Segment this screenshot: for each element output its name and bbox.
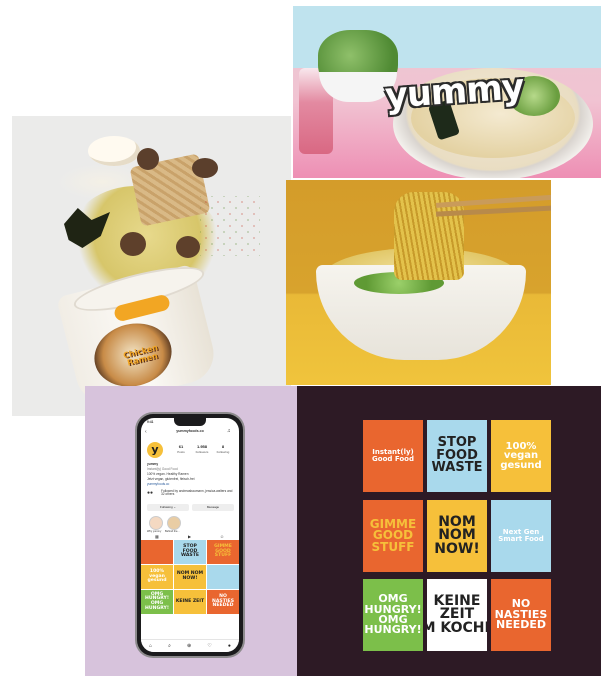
- coconut-chip: [88, 136, 140, 166]
- add-post-icon[interactable]: ⊕: [187, 643, 191, 649]
- poster: NOM NOM NOW!: [427, 500, 487, 572]
- post-thumbnail[interactable]: OMG HUNGRY! OMG HUNGRY!: [141, 590, 173, 614]
- bottom-navigation: ⌂ ⌕ ⊕ ♡ ●: [141, 639, 239, 652]
- poster-text: WASTE: [431, 460, 483, 476]
- tagged-tab-icon[interactable]: ☺: [220, 535, 224, 539]
- poster-text: Smart Food: [498, 535, 544, 543]
- following-count[interactable]: 8: [215, 445, 231, 449]
- ingredients-photo: Chicken Ramen: [12, 116, 291, 416]
- avatar[interactable]: y: [147, 442, 163, 458]
- highlight-label: Behind the...: [165, 530, 180, 533]
- dried-mushroom: [192, 158, 218, 178]
- smartphone: 9:41 yummyfoods.co ‹ ♫ y 61 Posts 1.958 …: [137, 414, 243, 656]
- poster-text: NOW!: [434, 540, 480, 557]
- profile-icon[interactable]: ●: [228, 643, 231, 649]
- poster-text: STUFF: [371, 539, 415, 554]
- post-thumbnail[interactable]: STOP FOOD WASTE: [174, 540, 206, 564]
- post-thumbnail[interactable]: NOM NOM NOW!: [174, 565, 206, 589]
- back-icon[interactable]: ‹: [145, 430, 147, 435]
- activity-icon[interactable]: ♡: [207, 643, 211, 649]
- home-icon[interactable]: ⌂: [149, 643, 152, 649]
- poster-text: NEEDED: [495, 618, 546, 632]
- bio-line: Instant(ly) Good Food: [147, 467, 178, 471]
- poster: Instant(ly) Good Food: [363, 420, 423, 492]
- followers-label[interactable]: Followers: [194, 451, 210, 454]
- noodle-bowl-photo: [286, 180, 551, 385]
- dried-mushroom: [176, 236, 200, 258]
- poster: NO NASTIES NEEDED: [491, 579, 551, 651]
- poster-text: Good Food: [372, 455, 414, 463]
- status-time: 9:41: [147, 420, 154, 424]
- poster: GIMME GOOD STUFF: [363, 500, 423, 572]
- post-thumbnail[interactable]: [141, 540, 173, 564]
- followed-by-text[interactable]: Followed by andreasbaumann, jessica.walt…: [161, 489, 233, 496]
- dried-vegetables: [200, 196, 260, 256]
- story-highlight[interactable]: [149, 516, 163, 530]
- post-thumbnail[interactable]: NO NASTIES NEEDED: [207, 590, 239, 614]
- following-button[interactable]: Following ⌄: [147, 504, 189, 511]
- followers-count[interactable]: 1.958: [194, 445, 210, 449]
- follower-avatars: ●●: [147, 490, 154, 496]
- message-button[interactable]: Message: [192, 504, 234, 511]
- post-thumbnail[interactable]: KEINE ZEIT: [174, 590, 206, 614]
- dried-mushroom: [137, 148, 159, 170]
- poster-text: gesund: [500, 459, 542, 471]
- bio-line: Jetzt vegan, glutenfrei, fleisch-frei: [147, 477, 195, 481]
- posts-count: 61: [178, 444, 184, 449]
- poster: STOP FOOD WASTE: [427, 420, 487, 492]
- instagram-mockup-panel: 9:41 yummyfoods.co ‹ ♫ y 61 Posts 1.958 …: [85, 386, 297, 676]
- post-thumbnail[interactable]: GIMME GOOD STUFF: [207, 540, 239, 564]
- poster: 100% vegan gesund: [491, 420, 551, 492]
- phone-notch: [174, 418, 206, 426]
- post-thumbnail[interactable]: 100% vegan gesund: [141, 565, 173, 589]
- notifications-icon[interactable]: ♫: [227, 429, 231, 434]
- reels-tab-icon[interactable]: ▶: [188, 535, 191, 539]
- instagram-profile-screen: 9:41 yummyfoods.co ‹ ♫ y 61 Posts 1.958 …: [141, 418, 239, 652]
- poster: KEINEZEITZUM KOCHEN?: [427, 579, 487, 651]
- story-highlight[interactable]: [167, 516, 181, 530]
- bio-link[interactable]: yummyfoods.co: [147, 482, 169, 486]
- poster-text: HUNGRY!: [364, 623, 422, 637]
- posts-label: Posts: [177, 450, 185, 454]
- poster-series-panel: Instant(ly) Good Food STOP FOOD WASTE 100% veg…: [297, 386, 601, 676]
- following-label[interactable]: Following: [215, 451, 231, 454]
- bio-line: 100% vegan. Healthy Ramen: [147, 472, 189, 476]
- profile-handle: yummyfoods.co: [176, 429, 204, 433]
- post-grid: STOP FOOD WASTE GIMME GOOD STUFF 100% vega…: [141, 540, 239, 614]
- dried-mushroom: [120, 232, 146, 256]
- grid-tab-icon[interactable]: ▦: [155, 535, 159, 539]
- poster: OMG HUNGRY! OMG HUNGRY!: [363, 579, 423, 651]
- search-icon[interactable]: ⌕: [168, 643, 171, 649]
- ramen-bowl-photo: yummy: [293, 6, 601, 178]
- display-name: yummy: [147, 462, 159, 466]
- poster: Next Gen Smart Food: [491, 500, 551, 572]
- post-thumbnail[interactable]: [207, 565, 239, 589]
- poster-text: ZUM KOCHEN?: [427, 619, 487, 636]
